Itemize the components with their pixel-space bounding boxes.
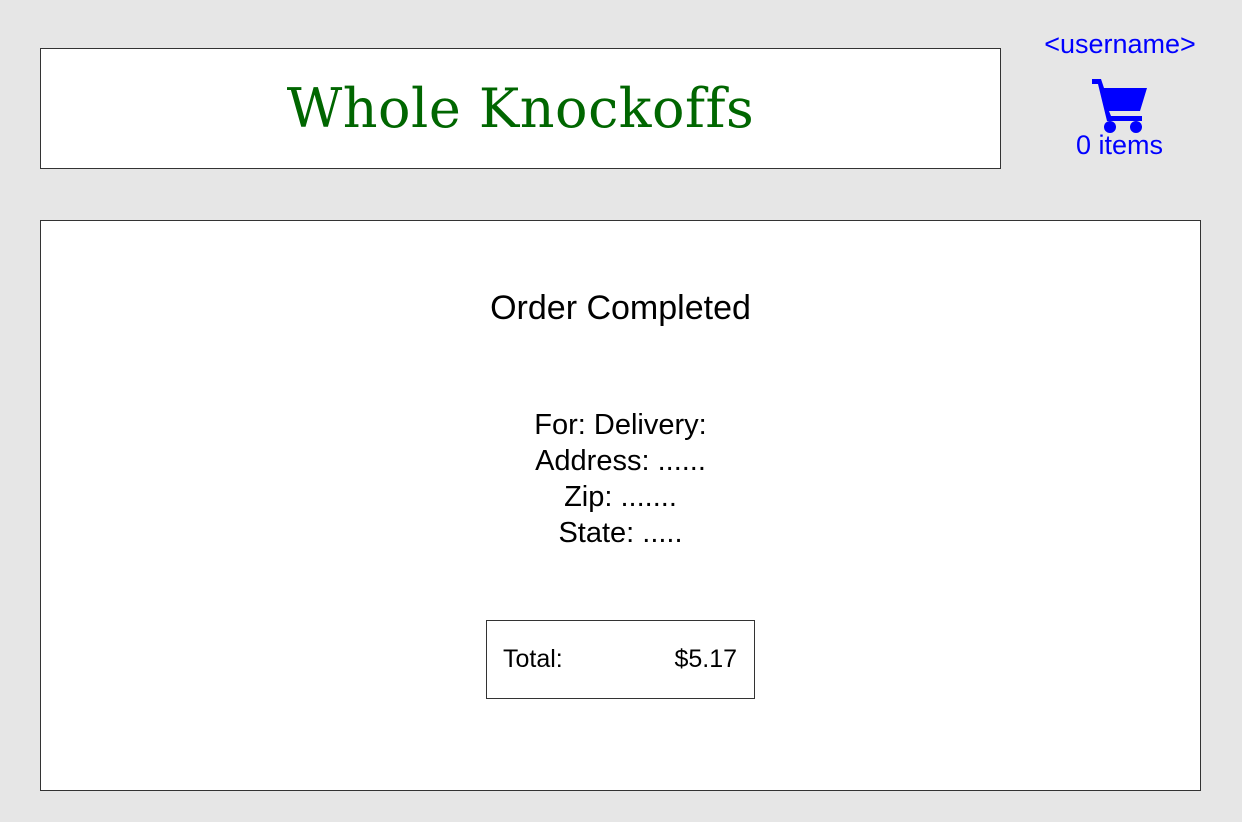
order-detail-address: Address: ...... [535, 445, 706, 477]
order-status-title: Order Completed [490, 289, 751, 327]
order-detail-for: For: Delivery: [534, 409, 707, 441]
total-value: $5.17 [674, 645, 737, 673]
site-header: Whole Knockoffs [40, 48, 1001, 169]
user-area: <username> 0 items [1010, 26, 1230, 162]
username-link[interactable]: <username> [1044, 26, 1196, 62]
order-confirmation-panel: Order Completed For: Delivery: Address: … [40, 220, 1201, 791]
order-detail-state: State: ..... [558, 517, 683, 549]
order-details: For: Delivery: Address: ...... Zip: ....… [41, 407, 1200, 551]
order-detail-zip: Zip: ....... [564, 481, 677, 513]
total-label: Total: [503, 645, 563, 673]
shopping-cart-icon[interactable] [1090, 76, 1150, 134]
site-title[interactable]: Whole Knockoffs [287, 77, 754, 140]
cart-item-count[interactable]: 0 items [1009, 128, 1230, 162]
order-total-box: Total: $5.17 [486, 620, 755, 699]
